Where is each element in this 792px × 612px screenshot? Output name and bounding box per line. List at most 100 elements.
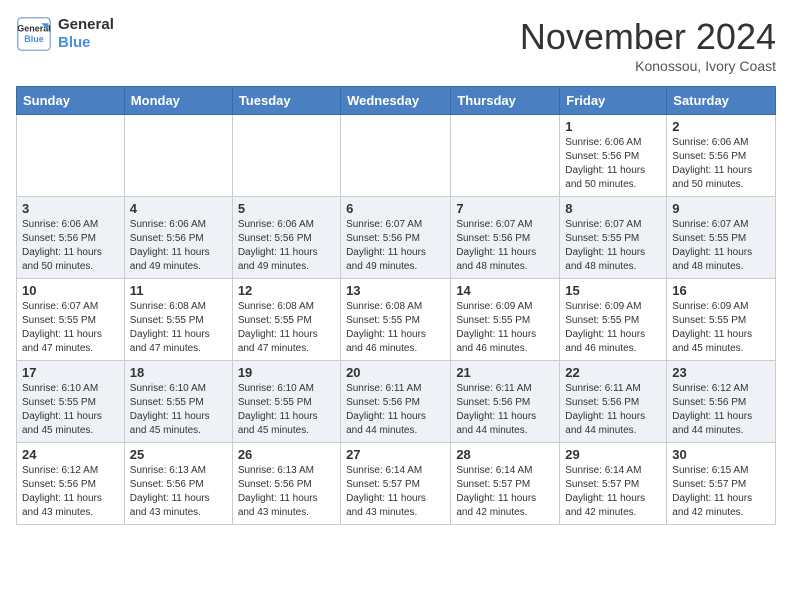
calendar-cell: 28 Sunrise: 6:14 AMSunset: 5:57 PMDayligh…: [451, 443, 560, 525]
day-info: Sunrise: 6:09 AMSunset: 5:55 PMDaylight:…: [672, 300, 770, 356]
day-info: Sunrise: 6:12 AMSunset: 5:56 PMDaylight:…: [22, 464, 119, 520]
calendar-cell: 18 Sunrise: 6:10 AMSunset: 5:55 PMDayligh…: [124, 361, 232, 443]
calendar-cell: 1Sunrise: 6:06 AMSunset: 5:56 PMDaylight…: [560, 115, 667, 197]
calendar-week-3: 10Sunrise: 6:07 AMSunset: 5:55 PMDayligh…: [17, 279, 776, 361]
col-header-saturday: Saturday: [667, 87, 776, 115]
calendar-cell: 27 Sunrise: 6:14 AMSunset: 5:57 PMDayligh…: [341, 443, 451, 525]
day-info: Sunrise: 6:08 AMSunset: 5:55 PMDaylight:…: [130, 300, 227, 356]
col-header-monday: Monday: [124, 87, 232, 115]
day-info: Sunrise: 6:09 AMSunset: 5:55 PMDaylight:…: [456, 300, 554, 356]
day-info: Sunrise: 6:13 AMSunset: 5:56 PMDaylight:…: [130, 464, 227, 520]
calendar-cell: 23Sunrise: 6:12 AMSunset: 5:56 PMDayligh…: [667, 361, 776, 443]
day-info: Sunrise: 6:07 AMSunset: 5:56 PMDaylight:…: [346, 218, 445, 274]
day-number: 25: [130, 447, 227, 462]
calendar-cell: 8 Sunrise: 6:07 AMSunset: 5:55 PMDaylight…: [560, 197, 667, 279]
day-number: 28: [456, 447, 554, 462]
day-info: Sunrise: 6:06 AMSunset: 5:56 PMDaylight:…: [130, 218, 227, 274]
calendar-cell: 19 Sunrise: 6:10 AMSunset: 5:55 PMDayligh…: [232, 361, 340, 443]
day-info: Sunrise: 6:11 AMSunset: 5:56 PMDaylight:…: [456, 382, 554, 438]
location: Konossou, Ivory Coast: [520, 58, 776, 74]
day-number: 7: [456, 201, 554, 216]
calendar-cell: 5 Sunrise: 6:06 AMSunset: 5:56 PMDaylight…: [232, 197, 340, 279]
day-info: Sunrise: 6:06 AMSunset: 5:56 PMDaylight:…: [238, 218, 335, 274]
logo-icon: General Blue: [16, 16, 52, 52]
day-number: 8: [565, 201, 661, 216]
day-info: Sunrise: 6:10 AMSunset: 5:55 PMDaylight:…: [238, 382, 335, 438]
col-header-sunday: Sunday: [17, 87, 125, 115]
calendar-cell: 16 Sunrise: 6:09 AMSunset: 5:55 PMDayligh…: [667, 279, 776, 361]
day-info: Sunrise: 6:06 AMSunset: 5:56 PMDaylight:…: [672, 136, 770, 192]
logo-text-general: General: [58, 16, 114, 34]
calendar-cell: 2 Sunrise: 6:06 AMSunset: 5:56 PMDaylight…: [667, 115, 776, 197]
calendar-cell: [341, 115, 451, 197]
day-number: 6: [346, 201, 445, 216]
day-info: Sunrise: 6:07 AMSunset: 5:55 PMDaylight:…: [565, 218, 661, 274]
day-number: 16: [672, 283, 770, 298]
calendar-cell: 24Sunrise: 6:12 AMSunset: 5:56 PMDayligh…: [17, 443, 125, 525]
day-number: 9: [672, 201, 770, 216]
day-number: 2: [672, 119, 770, 134]
calendar-cell: [124, 115, 232, 197]
calendar-cell: 29Sunrise: 6:14 AMSunset: 5:57 PMDayligh…: [560, 443, 667, 525]
title-block: November 2024 Konossou, Ivory Coast: [520, 16, 776, 74]
calendar-cell: 12Sunrise: 6:08 AMSunset: 5:55 PMDayligh…: [232, 279, 340, 361]
day-info: Sunrise: 6:10 AMSunset: 5:55 PMDaylight:…: [22, 382, 119, 438]
day-number: 11: [130, 283, 227, 298]
day-number: 26: [238, 447, 335, 462]
svg-text:Blue: Blue: [24, 34, 44, 44]
col-header-friday: Friday: [560, 87, 667, 115]
day-number: 17: [22, 365, 119, 380]
day-info: Sunrise: 6:10 AMSunset: 5:55 PMDaylight:…: [130, 382, 227, 438]
calendar-cell: 17 Sunrise: 6:10 AMSunset: 5:55 PMDayligh…: [17, 361, 125, 443]
day-info: Sunrise: 6:14 AMSunset: 5:57 PMDaylight:…: [456, 464, 554, 520]
calendar-cell: [17, 115, 125, 197]
calendar-cell: 3 Sunrise: 6:06 AMSunset: 5:56 PMDaylight…: [17, 197, 125, 279]
day-info: Sunrise: 6:07 AMSunset: 5:56 PMDaylight:…: [456, 218, 554, 274]
day-number: 22: [565, 365, 661, 380]
day-info: Sunrise: 6:11 AMSunset: 5:56 PMDaylight:…: [565, 382, 661, 438]
calendar-cell: 26Sunrise: 6:13 AMSunset: 5:56 PMDayligh…: [232, 443, 340, 525]
day-number: 3: [22, 201, 119, 216]
calendar-cell: 6 Sunrise: 6:07 AMSunset: 5:56 PMDaylight…: [341, 197, 451, 279]
day-number: 18: [130, 365, 227, 380]
day-info: Sunrise: 6:09 AMSunset: 5:55 PMDaylight:…: [565, 300, 661, 356]
day-number: 4: [130, 201, 227, 216]
day-number: 20: [346, 365, 445, 380]
calendar-cell: 11 Sunrise: 6:08 AMSunset: 5:55 PMDayligh…: [124, 279, 232, 361]
page: General Blue General Blue November 2024 …: [0, 0, 792, 535]
calendar-cell: 10Sunrise: 6:07 AMSunset: 5:55 PMDayligh…: [17, 279, 125, 361]
day-number: 19: [238, 365, 335, 380]
calendar-cell: 9Sunrise: 6:07 AMSunset: 5:55 PMDaylight…: [667, 197, 776, 279]
calendar-week-2: 3 Sunrise: 6:06 AMSunset: 5:56 PMDaylight…: [17, 197, 776, 279]
day-number: 29: [565, 447, 661, 462]
day-info: Sunrise: 6:08 AMSunset: 5:55 PMDaylight:…: [346, 300, 445, 356]
day-info: Sunrise: 6:06 AMSunset: 5:56 PMDaylight:…: [565, 136, 661, 192]
calendar-cell: 15Sunrise: 6:09 AMSunset: 5:55 PMDayligh…: [560, 279, 667, 361]
day-number: 10: [22, 283, 119, 298]
month-title: November 2024: [520, 16, 776, 58]
col-header-thursday: Thursday: [451, 87, 560, 115]
calendar-cell: 13 Sunrise: 6:08 AMSunset: 5:55 PMDayligh…: [341, 279, 451, 361]
calendar-week-4: 17 Sunrise: 6:10 AMSunset: 5:55 PMDayligh…: [17, 361, 776, 443]
day-info: Sunrise: 6:14 AMSunset: 5:57 PMDaylight:…: [346, 464, 445, 520]
calendar-week-5: 24Sunrise: 6:12 AMSunset: 5:56 PMDayligh…: [17, 443, 776, 525]
day-number: 13: [346, 283, 445, 298]
calendar-cell: [232, 115, 340, 197]
day-number: 27: [346, 447, 445, 462]
calendar-cell: [451, 115, 560, 197]
calendar-week-1: 1Sunrise: 6:06 AMSunset: 5:56 PMDaylight…: [17, 115, 776, 197]
day-info: Sunrise: 6:11 AMSunset: 5:56 PMDaylight:…: [346, 382, 445, 438]
day-info: Sunrise: 6:12 AMSunset: 5:56 PMDaylight:…: [672, 382, 770, 438]
calendar-cell: 25 Sunrise: 6:13 AMSunset: 5:56 PMDayligh…: [124, 443, 232, 525]
day-info: Sunrise: 6:06 AMSunset: 5:56 PMDaylight:…: [22, 218, 119, 274]
col-header-wednesday: Wednesday: [341, 87, 451, 115]
calendar-cell: 20 Sunrise: 6:11 AMSunset: 5:56 PMDayligh…: [341, 361, 451, 443]
day-number: 5: [238, 201, 335, 216]
calendar: SundayMondayTuesdayWednesdayThursdayFrid…: [16, 86, 776, 525]
header: General Blue General Blue November 2024 …: [16, 16, 776, 74]
calendar-cell: 4 Sunrise: 6:06 AMSunset: 5:56 PMDaylight…: [124, 197, 232, 279]
day-number: 14: [456, 283, 554, 298]
calendar-cell: 14 Sunrise: 6:09 AMSunset: 5:55 PMDayligh…: [451, 279, 560, 361]
day-number: 21: [456, 365, 554, 380]
calendar-cell: 30Sunrise: 6:15 AMSunset: 5:57 PMDayligh…: [667, 443, 776, 525]
